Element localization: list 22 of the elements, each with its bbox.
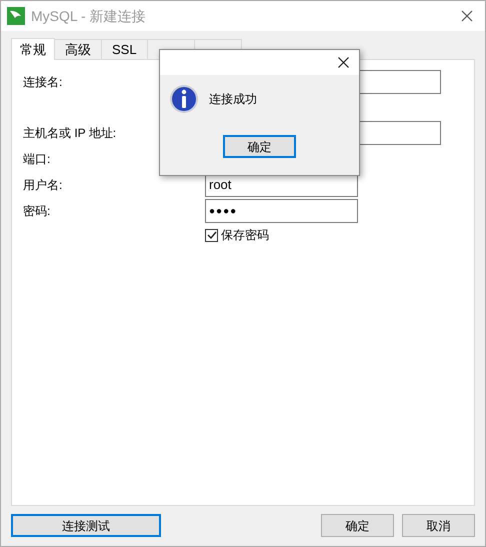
field-label: 密码: <box>23 203 50 220</box>
dialog-message: 连接成功 <box>209 91 257 108</box>
field-label: 主机名或 IP 地址: <box>23 125 116 142</box>
cancel-button[interactable]: 取消 <box>402 514 475 537</box>
field-label: 端口: <box>23 151 50 168</box>
close-icon[interactable] <box>461 10 473 22</box>
checkbox[interactable] <box>205 228 218 242</box>
tab[interactable]: SSL <box>102 39 148 59</box>
dialog-ok-button[interactable]: 确定 <box>223 135 296 158</box>
ok-button[interactable]: 确定 <box>321 514 394 537</box>
app-logo-icon <box>7 7 25 25</box>
info-icon <box>169 84 199 114</box>
tab[interactable]: 常规 <box>11 38 55 60</box>
test-connection-button[interactable]: 连接测试 <box>11 514 161 537</box>
field-label: 连接名: <box>23 74 62 91</box>
password-field[interactable]: ●●●● <box>205 199 358 223</box>
checkbox-label: 保存密码 <box>221 227 269 244</box>
close-icon[interactable] <box>338 57 349 68</box>
check-icon <box>206 230 216 240</box>
field-label: 用户名: <box>23 177 62 194</box>
window-title: MySQL - 新建连接 <box>31 6 146 26</box>
tab[interactable]: 高级 <box>55 39 102 59</box>
